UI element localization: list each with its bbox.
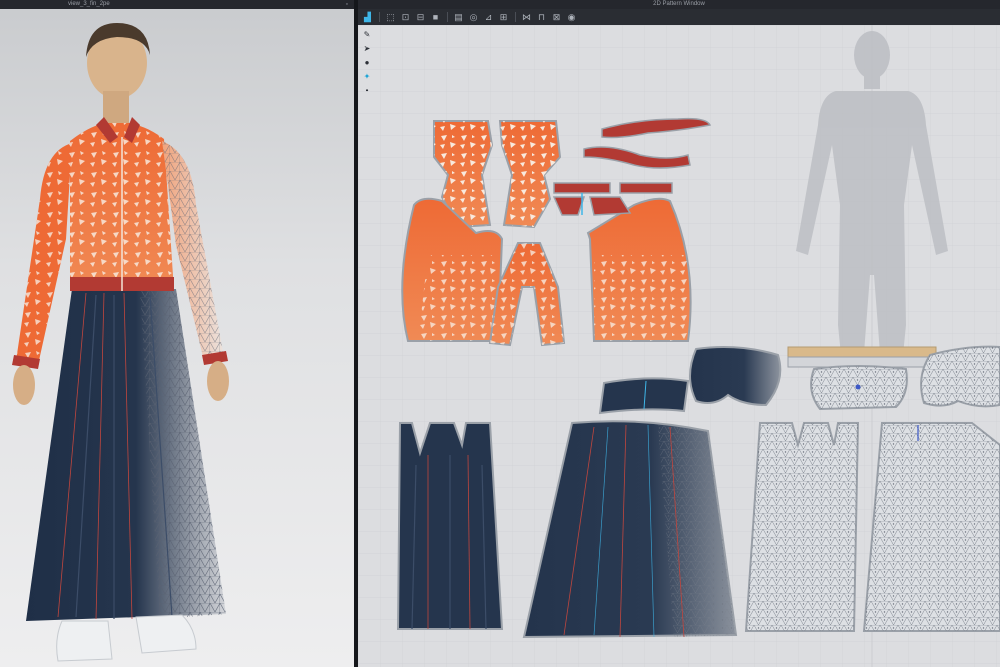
toolbar-separator	[447, 12, 448, 22]
circle-tool-icon[interactable]: ◎	[468, 12, 479, 23]
dart-tool-icon[interactable]: ⊞	[498, 12, 509, 23]
pleat-tool-icon[interactable]: ⊠	[551, 12, 562, 23]
2d-window-titlebar: 2D Pattern Window	[358, 0, 1000, 9]
seam-tool-icon[interactable]: ⋈	[521, 12, 532, 23]
internal-line-icon[interactable]: ⊿	[483, 12, 494, 23]
edit-point-icon[interactable]: ⊡	[400, 12, 411, 23]
pattern-piece-skirt-side-panel[interactable]	[396, 422, 504, 630]
avatar-head	[86, 23, 150, 123]
pattern-piece-skirt-back-right[interactable]	[862, 422, 1000, 632]
2d-pattern-window[interactable]: 2D Pattern Window ▟⬚⊡⊟■▤◎⊿⊞⋈⊓⊠◉ ✎➤●✦•	[358, 0, 1000, 667]
avatar-shoes	[56, 614, 197, 662]
window-maximize-icon[interactable]: ▫	[346, 0, 348, 9]
2d-window-title: 2D Pattern Window	[653, 1, 705, 7]
pattern-piece-hip-yoke[interactable]	[689, 346, 782, 407]
avatar-skirt	[26, 289, 226, 621]
avatar-3d-viewport[interactable]	[0, 9, 354, 667]
fold-tool-icon[interactable]: ⊓	[536, 12, 547, 23]
avatar-jacket	[70, 117, 174, 291]
3d-window-title: view_3_fin_2pe	[68, 1, 110, 7]
pattern-piece-back-yoke-right[interactable]	[920, 345, 1000, 408]
app-window: view_3_fin_2pe ▫ 2D Pattern Window ▟ ⬚ ⊡…	[0, 0, 1000, 667]
toolbar-separator	[515, 12, 516, 22]
polygon-tool-icon[interactable]: ■	[430, 12, 441, 23]
rectangle-tool-icon[interactable]: ▤	[453, 12, 464, 23]
transform-tool-icon[interactable]: ⬚	[385, 12, 396, 23]
avatar-left-sleeve	[12, 143, 72, 369]
segment-tool-icon[interactable]: ⊟	[415, 12, 426, 23]
select-tool-icon[interactable]: ▟	[362, 12, 373, 23]
toolbar-separator	[379, 12, 380, 22]
3d-window-titlebar: view_3_fin_2pe ▫	[0, 0, 354, 9]
pattern-piece-waistband-back[interactable]	[787, 346, 937, 368]
pattern-piece-skirt-back-left[interactable]	[744, 422, 860, 632]
pattern-piece-waistband-front[interactable]	[598, 377, 690, 415]
2d-toolbar: ▟ ⬚ ⊡ ⊟ ■ ▤ ◎ ⊿ ⊞ ⋈ ⊓ ⊠ ◉	[358, 9, 1000, 25]
pattern-canvas[interactable]	[358, 25, 1000, 667]
pattern-piece-back-yoke[interactable]	[810, 365, 908, 411]
3d-garment-window[interactable]: view_3_fin_2pe ▫	[0, 0, 354, 667]
button-tool-icon[interactable]: ◉	[566, 12, 577, 23]
